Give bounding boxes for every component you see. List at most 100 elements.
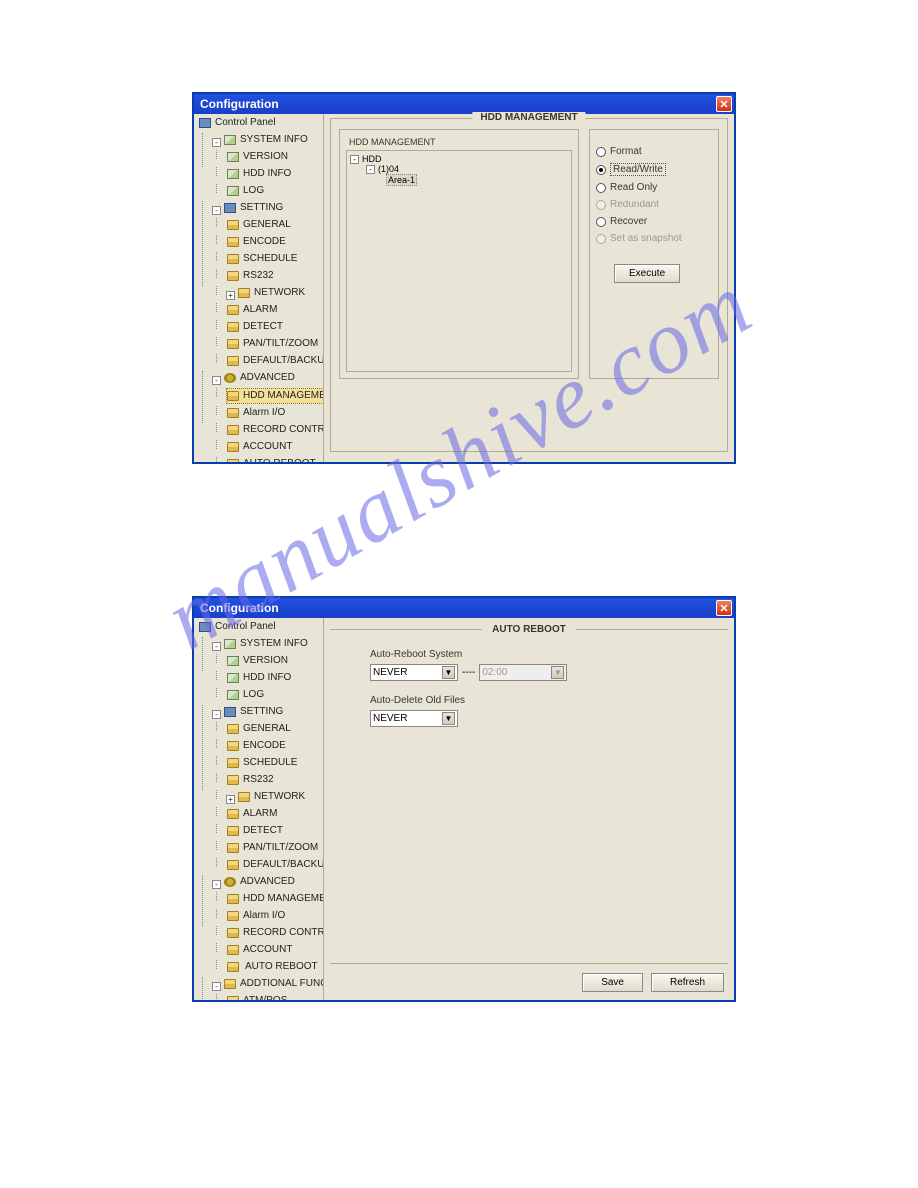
tree-alarm-io[interactable]: Alarm I/O bbox=[226, 406, 286, 420]
tree-hdd-management[interactable]: HDD MANAGEMENT bbox=[226, 388, 324, 404]
panel-title: AUTO REBOOT bbox=[482, 624, 576, 635]
tree-log[interactable]: LOG bbox=[226, 184, 265, 198]
expander-icon[interactable]: + bbox=[226, 291, 235, 300]
auto-reboot-select[interactable]: NEVER ▼ bbox=[370, 664, 458, 681]
tree-encode[interactable]: ENCODE bbox=[226, 235, 287, 249]
tree-log[interactable]: LOG bbox=[226, 688, 265, 702]
radio-format[interactable]: Format bbox=[596, 146, 712, 157]
folder-icon bbox=[227, 758, 239, 768]
panel-icon bbox=[199, 622, 211, 632]
titlebar: Configuration ✕ bbox=[194, 598, 734, 618]
folder-icon bbox=[227, 945, 239, 955]
panel-header: AUTO REBOOT bbox=[330, 624, 728, 635]
radio-icon bbox=[596, 200, 606, 210]
execute-button[interactable]: Execute bbox=[614, 264, 680, 283]
expander-icon[interactable]: - bbox=[212, 376, 221, 385]
tree-rs232[interactable]: RS232 bbox=[226, 773, 275, 787]
radio-icon bbox=[596, 147, 606, 157]
tree-general[interactable]: GENERAL bbox=[226, 722, 292, 736]
tree-auto-reboot[interactable]: AUTO REBOOT bbox=[226, 457, 317, 462]
tree-record-control[interactable]: RECORD CONTROL bbox=[226, 423, 324, 437]
radio-read-only[interactable]: Read Only bbox=[596, 182, 712, 193]
close-button[interactable]: ✕ bbox=[716, 600, 732, 616]
radio-icon bbox=[596, 165, 606, 175]
tree-hdd-info[interactable]: HDD INFO bbox=[226, 671, 292, 685]
radio-icon bbox=[596, 183, 606, 193]
folder-icon bbox=[227, 996, 239, 1000]
tree-record-control[interactable]: RECORD CONTROL bbox=[226, 926, 324, 940]
tree-hdd-management[interactable]: HDD MANAGEMENT bbox=[226, 892, 324, 906]
folder-icon bbox=[227, 305, 239, 315]
expander-icon[interactable]: - bbox=[212, 642, 221, 651]
tree-auto-reboot[interactable]: AUTO REBOOT bbox=[226, 960, 321, 974]
folder-icon bbox=[227, 724, 239, 734]
tree-detect[interactable]: DETECT bbox=[226, 824, 284, 838]
auto-delete-select[interactable]: NEVER ▼ bbox=[370, 710, 458, 727]
tree-advanced[interactable]: ADVANCED bbox=[223, 371, 296, 385]
folder-icon bbox=[227, 322, 239, 332]
expander-icon[interactable]: - bbox=[212, 138, 221, 147]
expander-icon[interactable]: - bbox=[212, 710, 221, 719]
tree-account[interactable]: ACCOUNT bbox=[226, 943, 293, 957]
tree-ptz[interactable]: PAN/TILT/ZOOM bbox=[226, 337, 319, 351]
tree-system-info[interactable]: SYSTEM INFO bbox=[223, 637, 309, 651]
tree-network[interactable]: NETWORK bbox=[237, 790, 306, 804]
folder-icon bbox=[227, 459, 239, 462]
hdd-options: Format Read/Write Read Only Redundant Re… bbox=[589, 129, 719, 379]
panel-fieldset: HDD MANAGEMENT HDD MANAGEMENT -HDD -(1)0… bbox=[330, 118, 728, 452]
expander-icon[interactable]: - bbox=[212, 880, 221, 889]
tree-root[interactable]: Control Panel bbox=[198, 116, 277, 130]
folder-icon bbox=[227, 911, 239, 921]
edit-icon bbox=[227, 152, 239, 162]
tree-setting[interactable]: SETTING bbox=[223, 705, 284, 719]
tree-default-backup[interactable]: DEFAULT/BACKUP bbox=[226, 858, 324, 872]
hdd-disk[interactable]: (1)04 bbox=[377, 164, 400, 174]
tree-schedule[interactable]: SCHEDULE bbox=[226, 756, 298, 770]
tree-encode[interactable]: ENCODE bbox=[226, 739, 287, 753]
auto-reboot-group: Auto-Reboot System NEVER ▼ ---- 02:00 ▼ bbox=[370, 649, 728, 681]
expander-icon[interactable]: + bbox=[226, 795, 235, 804]
tree-version[interactable]: VERSION bbox=[226, 654, 289, 668]
close-button[interactable]: ✕ bbox=[716, 96, 732, 112]
tree-hdd-info[interactable]: HDD INFO bbox=[226, 167, 292, 181]
folder-icon bbox=[227, 894, 239, 904]
tree-advanced[interactable]: ADVANCED bbox=[223, 875, 296, 889]
folder-icon bbox=[227, 408, 239, 418]
close-icon: ✕ bbox=[719, 98, 728, 111]
tree-alarm-io[interactable]: Alarm I/O bbox=[226, 909, 286, 923]
button-bar: Save Refresh bbox=[582, 973, 724, 992]
hdd-root[interactable]: HDD bbox=[361, 154, 383, 164]
tree-general[interactable]: GENERAL bbox=[226, 218, 292, 232]
tree-alarm[interactable]: ALARM bbox=[226, 303, 278, 317]
refresh-button[interactable]: Refresh bbox=[651, 973, 724, 992]
tree-ptz[interactable]: PAN/TILT/ZOOM bbox=[226, 841, 319, 855]
tree-setting[interactable]: SETTING bbox=[223, 201, 284, 215]
tree-atm-pos[interactable]: ATM/POS bbox=[226, 994, 288, 1000]
tree-additional[interactable]: ADDTIONAL FUNCTION bbox=[223, 977, 324, 991]
tree-system-info[interactable]: SYSTEM INFO bbox=[223, 133, 309, 147]
tree-default-backup[interactable]: DEFAULT/BACKUP bbox=[226, 354, 324, 368]
folder-icon bbox=[227, 271, 239, 281]
radio-read-write[interactable]: Read/Write bbox=[596, 163, 712, 176]
radio-recover[interactable]: Recover bbox=[596, 216, 712, 227]
tree-version[interactable]: VERSION bbox=[226, 150, 289, 164]
folder-icon bbox=[224, 979, 236, 989]
tree-network[interactable]: NETWORK bbox=[237, 286, 306, 300]
tree-detect[interactable]: DETECT bbox=[226, 320, 284, 334]
expander-icon[interactable]: - bbox=[350, 155, 359, 164]
hdd-tree[interactable]: -HDD -(1)04 Area-1 bbox=[346, 150, 572, 372]
close-icon: ✕ bbox=[719, 602, 728, 615]
expander-icon[interactable]: - bbox=[366, 165, 375, 174]
expander-icon[interactable]: - bbox=[212, 982, 221, 991]
panel-icon bbox=[199, 118, 211, 128]
tree-schedule[interactable]: SCHEDULE bbox=[226, 252, 298, 266]
tree-rs232[interactable]: RS232 bbox=[226, 269, 275, 283]
folder-icon bbox=[227, 220, 239, 230]
tree-account[interactable]: ACCOUNT bbox=[226, 440, 293, 454]
hdd-area[interactable]: Area-1 bbox=[386, 174, 417, 186]
save-button[interactable]: Save bbox=[582, 973, 643, 992]
tree-alarm[interactable]: ALARM bbox=[226, 807, 278, 821]
expander-icon[interactable]: - bbox=[212, 206, 221, 215]
folder-icon bbox=[238, 288, 250, 298]
tree-root[interactable]: Control Panel bbox=[198, 620, 277, 634]
